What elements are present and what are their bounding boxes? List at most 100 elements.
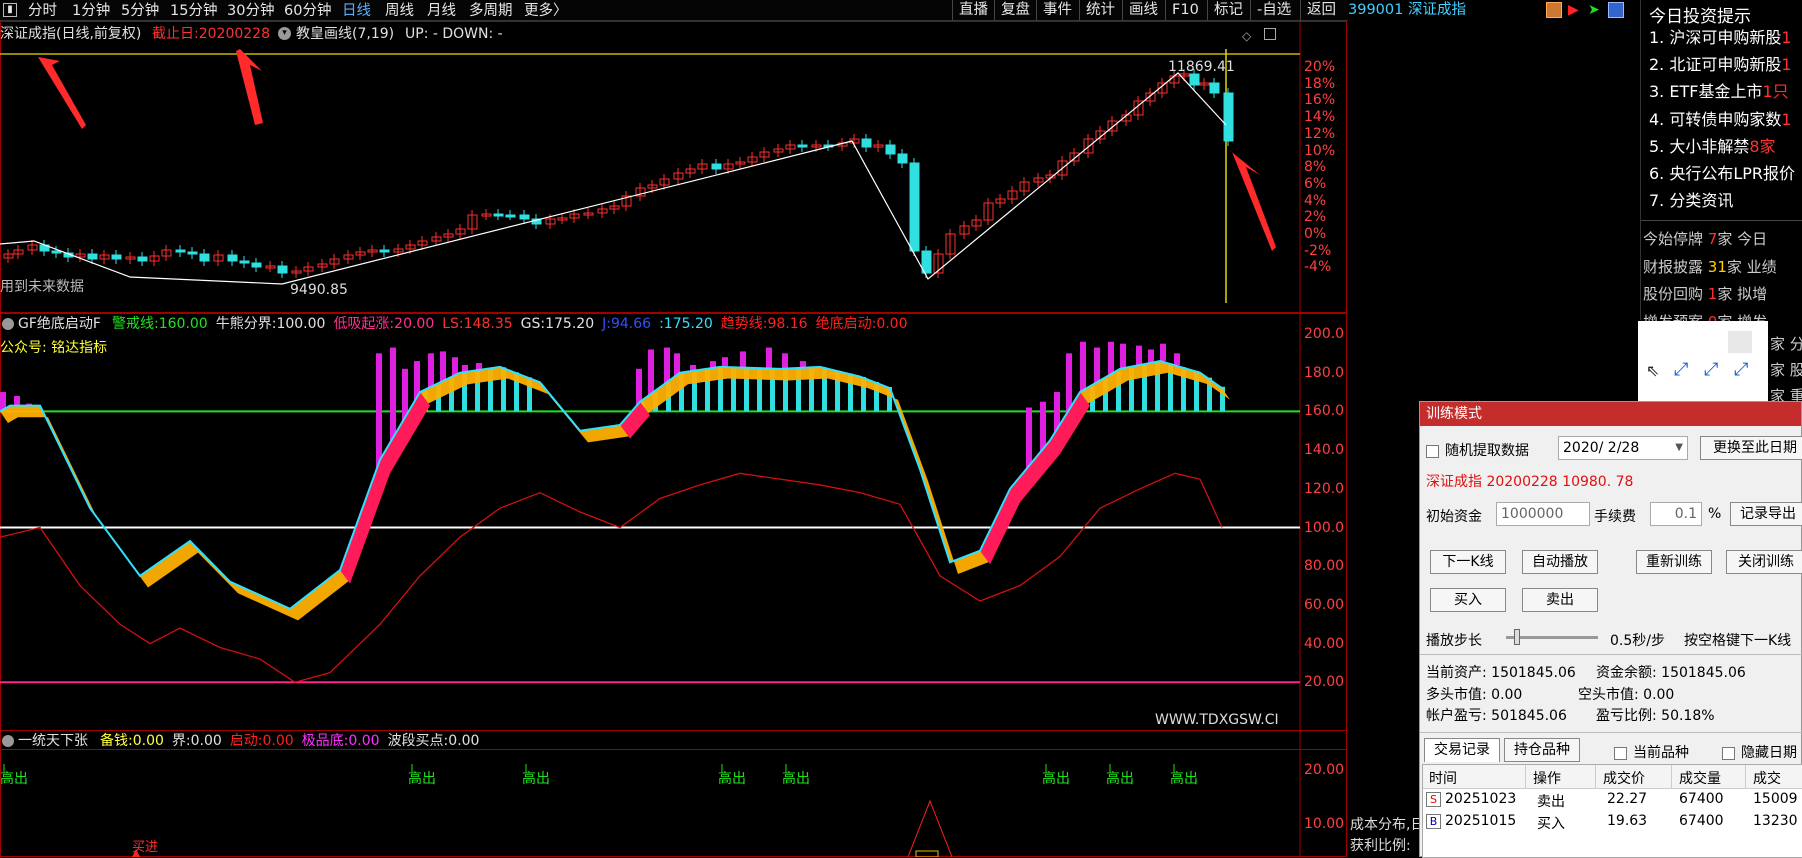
gf-value-label: 牛熊分界: — [215, 316, 277, 332]
tab-timeframe-daily[interactable]: 日线 — [342, 2, 371, 20]
tab-timeframe-60min[interactable]: 60分钟 — [284, 2, 331, 20]
toolbar-icons[interactable]: ▶ ➤ — [1546, 2, 1636, 19]
event-button[interactable]: 事件 — [1036, 0, 1078, 21]
table-column-header: 时间 — [1429, 771, 1457, 787]
main-y-tick-label: 6% — [1304, 175, 1327, 192]
candle-body — [1209, 82, 1220, 94]
ray-tool-icon[interactable]: ⤢ — [1704, 359, 1718, 380]
tip-item[interactable]: 5. 大小非解禁8家 — [1649, 137, 1776, 157]
short-market-value: 空头市值: 0.00 — [1578, 687, 1675, 703]
tab-timeframe-monthly[interactable]: 月线 — [427, 2, 456, 20]
hide-date-checkbox[interactable]: 隐藏日期 — [1722, 742, 1797, 762]
code-name: 399001 深证成指 — [1348, 2, 1466, 18]
current-only-checkbox[interactable]: 当前品种 — [1614, 742, 1689, 762]
checkbox-box[interactable] — [1426, 444, 1439, 458]
close-icon[interactable] — [1728, 331, 1752, 353]
calculator-icon[interactable] — [1608, 2, 1624, 18]
tab-timeframe-30min[interactable]: 30分钟 — [227, 2, 274, 20]
stats-button[interactable]: 统计 — [1079, 0, 1121, 21]
back-button[interactable]: 返回 — [1300, 0, 1342, 21]
candle-body — [493, 213, 504, 217]
tip-count: 1只 — [1762, 82, 1789, 102]
next-kline-button[interactable]: 下一K线 — [1430, 550, 1506, 574]
ytx-value-number: 0.00 — [132, 733, 164, 749]
menu-icon[interactable]: ▮ — [3, 3, 17, 17]
retrain-button[interactable]: 重新训练 — [1636, 550, 1712, 574]
tip-item[interactable]: 7. 分类资讯 — [1649, 191, 1733, 211]
f10-button[interactable]: F10 — [1165, 0, 1205, 21]
table-row[interactable]: B 20251015 买入 19.63 67400 13230 — [1423, 811, 1802, 833]
ytx-toggle-icon[interactable] — [2, 735, 14, 747]
flag-icon[interactable]: ▶ — [1568, 2, 1579, 18]
tips-title: 今日投资提示 — [1649, 7, 1751, 27]
high-out-marker: 高出 — [782, 771, 810, 787]
candle-body — [505, 214, 516, 218]
report-icon[interactable] — [1546, 2, 1562, 18]
initial-fund-input[interactable]: 1000000 — [1496, 502, 1590, 526]
arrow-icon[interactable]: ➤ — [1588, 2, 1600, 18]
stat-count: 7 — [1707, 230, 1718, 248]
tab-timeframe-multi[interactable]: 多周期 — [469, 2, 513, 20]
mark-button[interactable]: 标记 — [1207, 0, 1249, 21]
date-picker[interactable]: 2020/ 2/28 ▼ — [1558, 436, 1688, 460]
fee-label: 手续费 — [1594, 509, 1636, 525]
stat-item[interactable]: 今始停牌 7家 今日 — [1643, 229, 1767, 249]
candle-body — [711, 163, 722, 170]
checkbox-box[interactable] — [1614, 746, 1627, 760]
gf-magenta-bar — [1108, 341, 1114, 376]
gf-magenta-bar — [428, 353, 434, 389]
tab-timeframe-weekly[interactable]: 周线 — [385, 2, 414, 20]
ytx-value-label: 备钱: — [100, 733, 133, 749]
chart-window-icon[interactable] — [1264, 28, 1276, 40]
table-column-header: 成交量 — [1679, 771, 1721, 787]
tab-timeframe-15min[interactable]: 15分钟 — [170, 2, 217, 20]
start-signal-line — [907, 799, 953, 857]
tab-timeframe-1min[interactable]: 1分钟 — [72, 2, 110, 20]
switch-date-button[interactable]: 更换至此日期 — [1700, 436, 1802, 460]
tab-timeframe-more[interactable]: 更多〉 — [524, 2, 568, 20]
watchlist-button[interactable]: -自选 — [1250, 0, 1297, 21]
draw-button[interactable]: 画线 — [1122, 0, 1164, 21]
slider-thumb[interactable] — [1514, 629, 1520, 645]
tip-item[interactable]: 4. 可转债申购家数1 — [1649, 110, 1792, 130]
ytx-indicator-values: 备钱:0.00 界:0.00 启动:0.00 极品底:0.00 波段买点:0.00 — [100, 733, 487, 749]
stat-item[interactable]: 股份回购 1家 拟增 — [1643, 284, 1767, 304]
fee-input[interactable]: 0.1 — [1650, 502, 1702, 526]
review-button[interactable]: 复盘 — [994, 0, 1036, 21]
candle-body — [861, 138, 872, 148]
random-data-checkbox[interactable]: 随机提取数据 — [1426, 440, 1529, 460]
gf-toggle-icon[interactable] — [2, 318, 14, 330]
tip-item[interactable]: 2. 北证可申购新股1 — [1649, 55, 1792, 75]
line-tool-icon[interactable]: ⤢ — [1674, 359, 1688, 380]
candle-body — [175, 249, 186, 253]
auto-play-button[interactable]: 自动播放 — [1522, 550, 1598, 574]
dropdown-arrow-icon[interactable]: ▼ — [1675, 437, 1683, 459]
buy-button[interactable]: 买入 — [1430, 588, 1506, 612]
table-row[interactable]: S 20251023 卖出 22.27 67400 15009 — [1423, 789, 1802, 811]
space-hint: 按空格键下一K线 — [1684, 633, 1792, 649]
gf-y-tick-label: 60.00 — [1304, 596, 1345, 613]
tab-trade-records[interactable]: 交易记录 — [1424, 738, 1500, 762]
close-training-button[interactable]: 关闭训练 — [1726, 550, 1802, 574]
tip-item[interactable]: 6. 央行公布LPR报价 — [1649, 164, 1795, 184]
cursor-icon[interactable]: ⇖ — [1646, 361, 1659, 380]
tab-holdings[interactable]: 持仓品种 — [1504, 738, 1580, 762]
checkbox-box[interactable] — [1722, 746, 1735, 760]
low-price-label: 9490.85 — [290, 282, 348, 298]
segment-tool-icon[interactable]: ⤢ — [1734, 359, 1748, 380]
tab-timeframe-5min[interactable]: 5分钟 — [121, 2, 159, 20]
play-step-slider[interactable] — [1506, 629, 1598, 645]
sell-button[interactable]: 卖出 — [1522, 588, 1598, 612]
chart-diamond-icon[interactable]: ◇ — [1242, 28, 1251, 44]
tip-item[interactable]: 3. ETF基金上市1只 — [1649, 82, 1789, 102]
live-button[interactable]: 直播 — [952, 0, 994, 21]
indicator-toggle-icon[interactable]: ▾ — [278, 27, 291, 40]
tip-item[interactable]: 1. 沪深可申购新股1 — [1649, 28, 1792, 48]
tip-count: 1 — [1781, 28, 1792, 47]
tab-timeframe-fenshi[interactable]: 分时 — [28, 2, 57, 20]
stat-item[interactable]: 财报披露 31家 业绩 — [1643, 257, 1777, 277]
high-out-marker: 高出 — [1106, 771, 1134, 787]
export-records-button[interactable]: 记录导出 — [1730, 502, 1802, 526]
initial-fund-label: 初始资金 — [1426, 509, 1482, 525]
candle-body — [199, 253, 210, 262]
